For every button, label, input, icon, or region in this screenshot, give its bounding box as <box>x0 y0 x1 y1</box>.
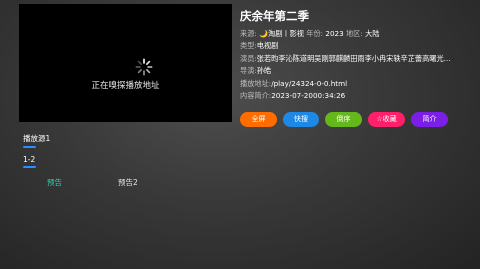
show-title: 庆余年第二季 <box>240 9 309 23</box>
director-row: 导演:孙皓 <box>240 65 476 77</box>
fullscreen-button[interactable]: 全屏 <box>240 112 277 127</box>
episode-group-label: 1-2 <box>23 155 36 164</box>
year-value: 2023 <box>325 29 344 38</box>
player-status-text: 正在嗅探播放地址 <box>91 81 160 91</box>
type-value: 电视剧 <box>256 41 279 51</box>
video-player[interactable]: 正在嗅探播放地址 <box>19 4 232 122</box>
source-row: 来源: 🌙淘剧丨影视 年份: 2023 地区: 大陆 <box>240 28 476 40</box>
intro-label: 内容简介: <box>240 91 272 101</box>
source-label: 来源: <box>240 29 257 38</box>
actors-value: 张若昀李沁陈道明吴刚郭麒麟田雨李小冉宋轶辛芷蕾高曙光... <box>256 53 451 63</box>
reverse-order-button[interactable]: 倒序 <box>325 112 362 127</box>
director-value: 孙皓 <box>256 66 272 76</box>
year-label: 年份: <box>306 29 324 38</box>
actors-label: 演员: <box>240 53 257 63</box>
director-label: 导演: <box>240 66 257 76</box>
action-button-bar: 全屏 快搜 倒序 ☆收藏 简介 <box>240 112 448 127</box>
source-value: 🌙淘剧丨影视 <box>259 29 304 38</box>
synopsis-button[interactable]: 简介 <box>411 112 448 127</box>
intro-row: 内容简介:2023-07-2000:34:26 <box>240 90 476 102</box>
type-row: 类型:电视剧 <box>240 40 476 52</box>
episode-group-indicator <box>23 166 36 168</box>
loading-spinner-icon <box>135 58 153 76</box>
region-value: 大陆 <box>365 29 380 38</box>
favorite-button[interactable]: ☆收藏 <box>368 112 405 127</box>
detail-info-panel: 庆余年第二季 来源: 🌙淘剧丨影视 年份: 2023 地区: 大陆 类型:电视剧… <box>240 8 476 102</box>
actors-row: 演员:张若昀李沁陈道明吴刚郭麒麟田雨李小冉宋轶辛芷蕾高曙光... <box>240 53 476 65</box>
episode-item-trailer[interactable]: 预告 <box>47 177 62 188</box>
region-label: 地区: <box>345 29 363 38</box>
type-label: 类型: <box>240 41 257 51</box>
quick-search-button[interactable]: 快搜 <box>283 112 319 127</box>
tab-source-1[interactable]: 播放源1 <box>23 133 50 148</box>
play-url-value: /play/24324-0-0.html <box>271 78 348 88</box>
intro-value: 2023-07-2000:34:26 <box>271 91 346 101</box>
play-url-label: 播放地址: <box>240 78 272 88</box>
source-tab-label: 播放源1 <box>23 134 51 143</box>
source-tab-indicator <box>23 146 36 148</box>
episode-item-trailer-2[interactable]: 预告2 <box>118 177 138 188</box>
play-url-row: 播放地址:/play/24324-0-0.html <box>240 78 476 90</box>
tab-episode-group[interactable]: 1-2 <box>23 155 36 168</box>
